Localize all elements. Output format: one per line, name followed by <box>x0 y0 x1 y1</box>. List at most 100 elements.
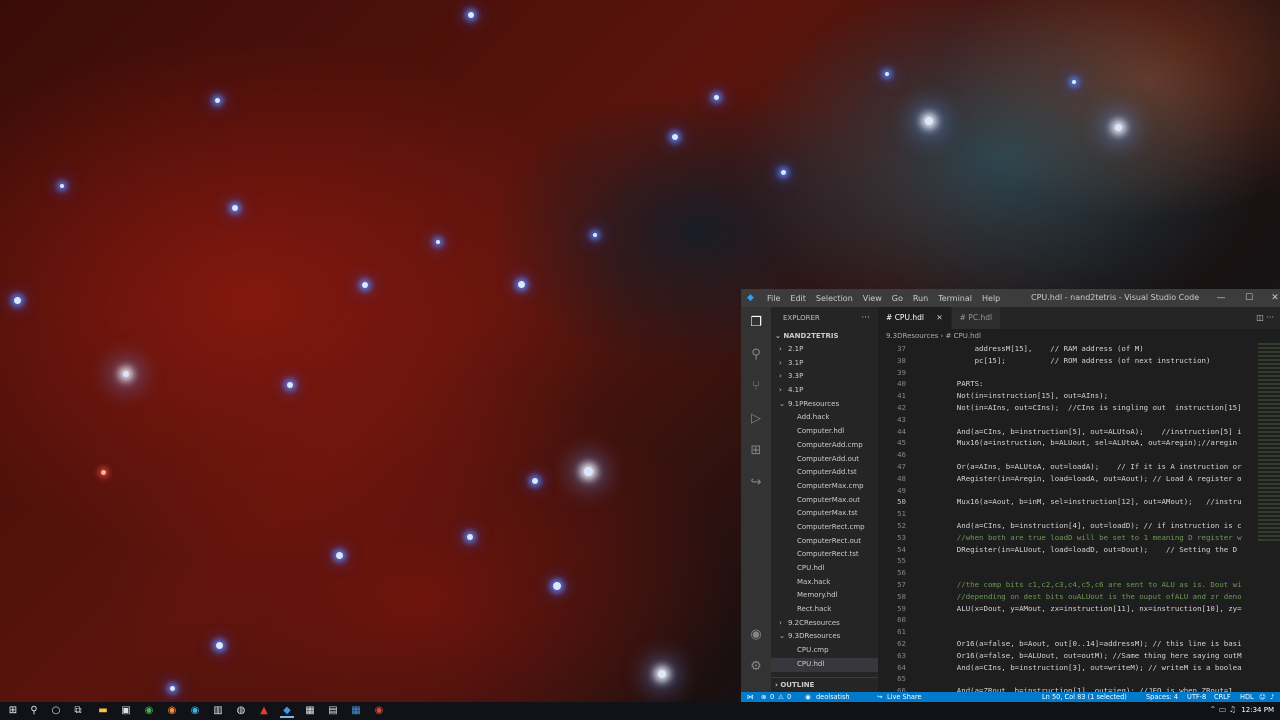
code-line[interactable]: 59 ALU(x=Dout, y=AMout, zx=instruction[1… <box>878 603 1280 615</box>
feedback-icon[interactable]: ☺ <box>1259 692 1266 702</box>
tree-item-file[interactable]: CPU.cmp <box>771 644 878 658</box>
edge-icon[interactable]: ◉ <box>188 704 202 718</box>
code-line[interactable]: 66 And(a=ZRout, b=instruction[1], out=je… <box>878 685 1280 692</box>
code-line[interactable]: 37 addressM[15], // RAM address (of M) <box>878 343 1280 355</box>
code-line[interactable]: 42 Not(in=AIns, out=CIns); //CIns is sin… <box>878 402 1280 414</box>
tree-item-folder[interactable]: › 2.1P <box>771 343 878 357</box>
tree-item-folder[interactable]: › 3.1P <box>771 357 878 371</box>
source-control-icon[interactable]: ⑂ <box>748 379 764 395</box>
code-line[interactable]: 63 Or16(a=false, b=ALUout, out=outM); //… <box>878 650 1280 662</box>
menu-edit[interactable]: Edit <box>785 294 811 303</box>
app-icon-3[interactable]: ▦ <box>303 704 317 718</box>
code-line[interactable]: 62 Or16(a=false, b=Aout, out[0..14]=addr… <box>878 638 1280 650</box>
acrobat-icon[interactable]: ▲ <box>257 704 271 718</box>
code-line[interactable]: 50 Mux16(a=Aout, b=inM, sel=instruction[… <box>878 496 1280 508</box>
remote-icon[interactable]: ⋈ <box>747 692 754 702</box>
app-icon-5[interactable]: ▦ <box>349 704 363 718</box>
user-name[interactable]: deolsatish <box>816 692 850 702</box>
code-line[interactable]: 55 <box>878 555 1280 567</box>
menu-terminal[interactable]: Terminal <box>933 294 977 303</box>
chrome-icon[interactable]: ◉ <box>142 704 156 718</box>
cursor-position[interactable]: Ln 50, Col 83 (1 selected) <box>1042 692 1127 702</box>
vscode-icon[interactable]: ◆ <box>280 704 294 718</box>
code-line[interactable]: 51 <box>878 508 1280 520</box>
extensions-icon[interactable]: ⊞ <box>748 443 764 459</box>
minimize-icon[interactable]: — <box>1209 291 1233 305</box>
app-icon-6[interactable]: ◉ <box>372 704 386 718</box>
tree-item-file[interactable]: CPU.hdl <box>771 562 878 576</box>
tree-item-file[interactable]: ComputerRect.cmp <box>771 521 878 535</box>
code-line[interactable]: 53 //when both are true loadD will be se… <box>878 532 1280 544</box>
tree-item-folder[interactable]: › 4.1P <box>771 384 878 398</box>
tree-item-file[interactable]: Add.hack <box>771 411 878 425</box>
app-icon[interactable]: ▥ <box>211 704 225 718</box>
search-icon[interactable]: ⚲ <box>748 347 764 363</box>
tree-item-folder[interactable]: ⌄ 9.3DResources <box>771 630 878 644</box>
split-editor-icon[interactable]: ◫ ··· <box>1256 307 1274 329</box>
workspace-root[interactable]: ⌄ NAND2TETRIS <box>771 329 878 343</box>
app-icon-2[interactable]: ◍ <box>234 704 248 718</box>
breadcrumb-folder[interactable]: 9.3DResources <box>886 332 938 340</box>
clock[interactable]: 12:34 PM <box>1241 706 1274 714</box>
store-icon[interactable]: ▣ <box>119 704 133 718</box>
menu-file[interactable]: File <box>762 294 785 303</box>
outline-section[interactable]: › OUTLINE <box>771 677 882 692</box>
system-tray-icon[interactable]: ⌃ ▭ ♫ <box>1209 705 1236 714</box>
code-editor[interactable]: 37 addressM[15], // RAM address (of M) 38… <box>878 343 1280 692</box>
tree-item-folder[interactable]: ⌄ 9.1PResources <box>771 398 878 412</box>
code-line[interactable]: 65 <box>878 673 1280 685</box>
code-line[interactable]: 58 //depending on dest bits ouALUout is … <box>878 591 1280 603</box>
tab-pc-hdl[interactable]: # PC.hdl <box>951 307 1002 329</box>
gear-icon[interactable]: ⚙ <box>748 659 764 675</box>
maximize-icon[interactable]: ☐ <box>1237 291 1261 305</box>
firefox-icon[interactable]: ◉ <box>165 704 179 718</box>
code-line[interactable]: 45 Mux16(a=instruction, b=ALUout, sel=AL… <box>878 437 1280 449</box>
windows-icon[interactable]: ⊞ <box>6 704 20 718</box>
code-line[interactable]: 56 <box>878 567 1280 579</box>
line-ending[interactable]: CRLF <box>1214 692 1231 702</box>
tree-item-file[interactable]: ComputerAdd.cmp <box>771 439 878 453</box>
more-actions-icon[interactable]: ··· <box>861 307 870 329</box>
tree-item-file[interactable]: Computer.hdl <box>771 425 878 439</box>
tree-item-file-selected[interactable]: CPU.hdl <box>771 657 878 672</box>
code-line[interactable]: 38 pc[15]; // ROM address (of next instr… <box>878 355 1280 367</box>
code-line[interactable]: 43 <box>878 414 1280 426</box>
menu-help[interactable]: Help <box>977 294 1005 303</box>
tree-item-file[interactable]: ComputerMax.tst <box>771 507 878 521</box>
code-line[interactable]: 49 <box>878 485 1280 497</box>
menu-selection[interactable]: Selection <box>811 294 858 303</box>
tree-item-folder[interactable]: › 3.3P <box>771 370 878 384</box>
code-line[interactable]: 54 DRegister(in=ALUout, load=loadD, out=… <box>878 544 1280 556</box>
tree-item-file[interactable]: Memory.hdl <box>771 589 878 603</box>
run-debug-icon[interactable]: ▷ <box>748 411 764 427</box>
warning-count[interactable]: 0 <box>787 692 791 702</box>
error-icon[interactable]: ⊗ <box>761 692 767 702</box>
close-icon[interactable]: ✕ <box>1263 291 1280 305</box>
tab-cpu-hdl[interactable]: # CPU.hdl ✕ <box>878 307 952 329</box>
explorer-icon[interactable]: ❐ <box>748 315 764 331</box>
task-view-icon[interactable]: ⧉ <box>71 704 85 718</box>
tree-item-folder[interactable]: › 9.2CResources <box>771 617 878 631</box>
tree-item-file[interactable]: ComputerRect.tst <box>771 548 878 562</box>
error-count[interactable]: 0 <box>770 692 774 702</box>
code-line[interactable]: 64 And(a=CIns, b=instruction[3], out=wri… <box>878 662 1280 674</box>
menu-go[interactable]: Go <box>887 294 908 303</box>
language-mode[interactable]: HDL <box>1240 692 1254 702</box>
cortana-icon[interactable]: ○ <box>49 704 63 718</box>
tree-item-file[interactable]: Rect.hack <box>771 603 878 617</box>
account-icon[interactable]: ◉ <box>748 627 764 643</box>
code-line[interactable]: 60 <box>878 614 1280 626</box>
breadcrumb-file[interactable]: CPU.hdl <box>954 332 981 340</box>
minimap[interactable] <box>1258 343 1280 543</box>
search-icon[interactable]: ⚲ <box>27 704 41 718</box>
code-line[interactable]: 47 Or(a=AIns, b=ALUtoA, out=loadA); // I… <box>878 461 1280 473</box>
close-tab-icon[interactable]: ✕ <box>936 313 942 322</box>
tree-item-file[interactable]: ComputerAdd.tst <box>771 466 878 480</box>
live-share-icon[interactable]: ↪ <box>748 475 764 491</box>
code-line[interactable]: 57 //the comp bits c1,c2,c3,c4,c5,c6 are… <box>878 579 1280 591</box>
menu-view[interactable]: View <box>858 294 887 303</box>
live-share-button[interactable]: Live Share <box>887 692 922 702</box>
menu-run[interactable]: Run <box>908 294 933 303</box>
indentation[interactable]: Spaces: 4 <box>1146 692 1178 702</box>
tree-item-file[interactable]: ComputerMax.cmp <box>771 480 878 494</box>
